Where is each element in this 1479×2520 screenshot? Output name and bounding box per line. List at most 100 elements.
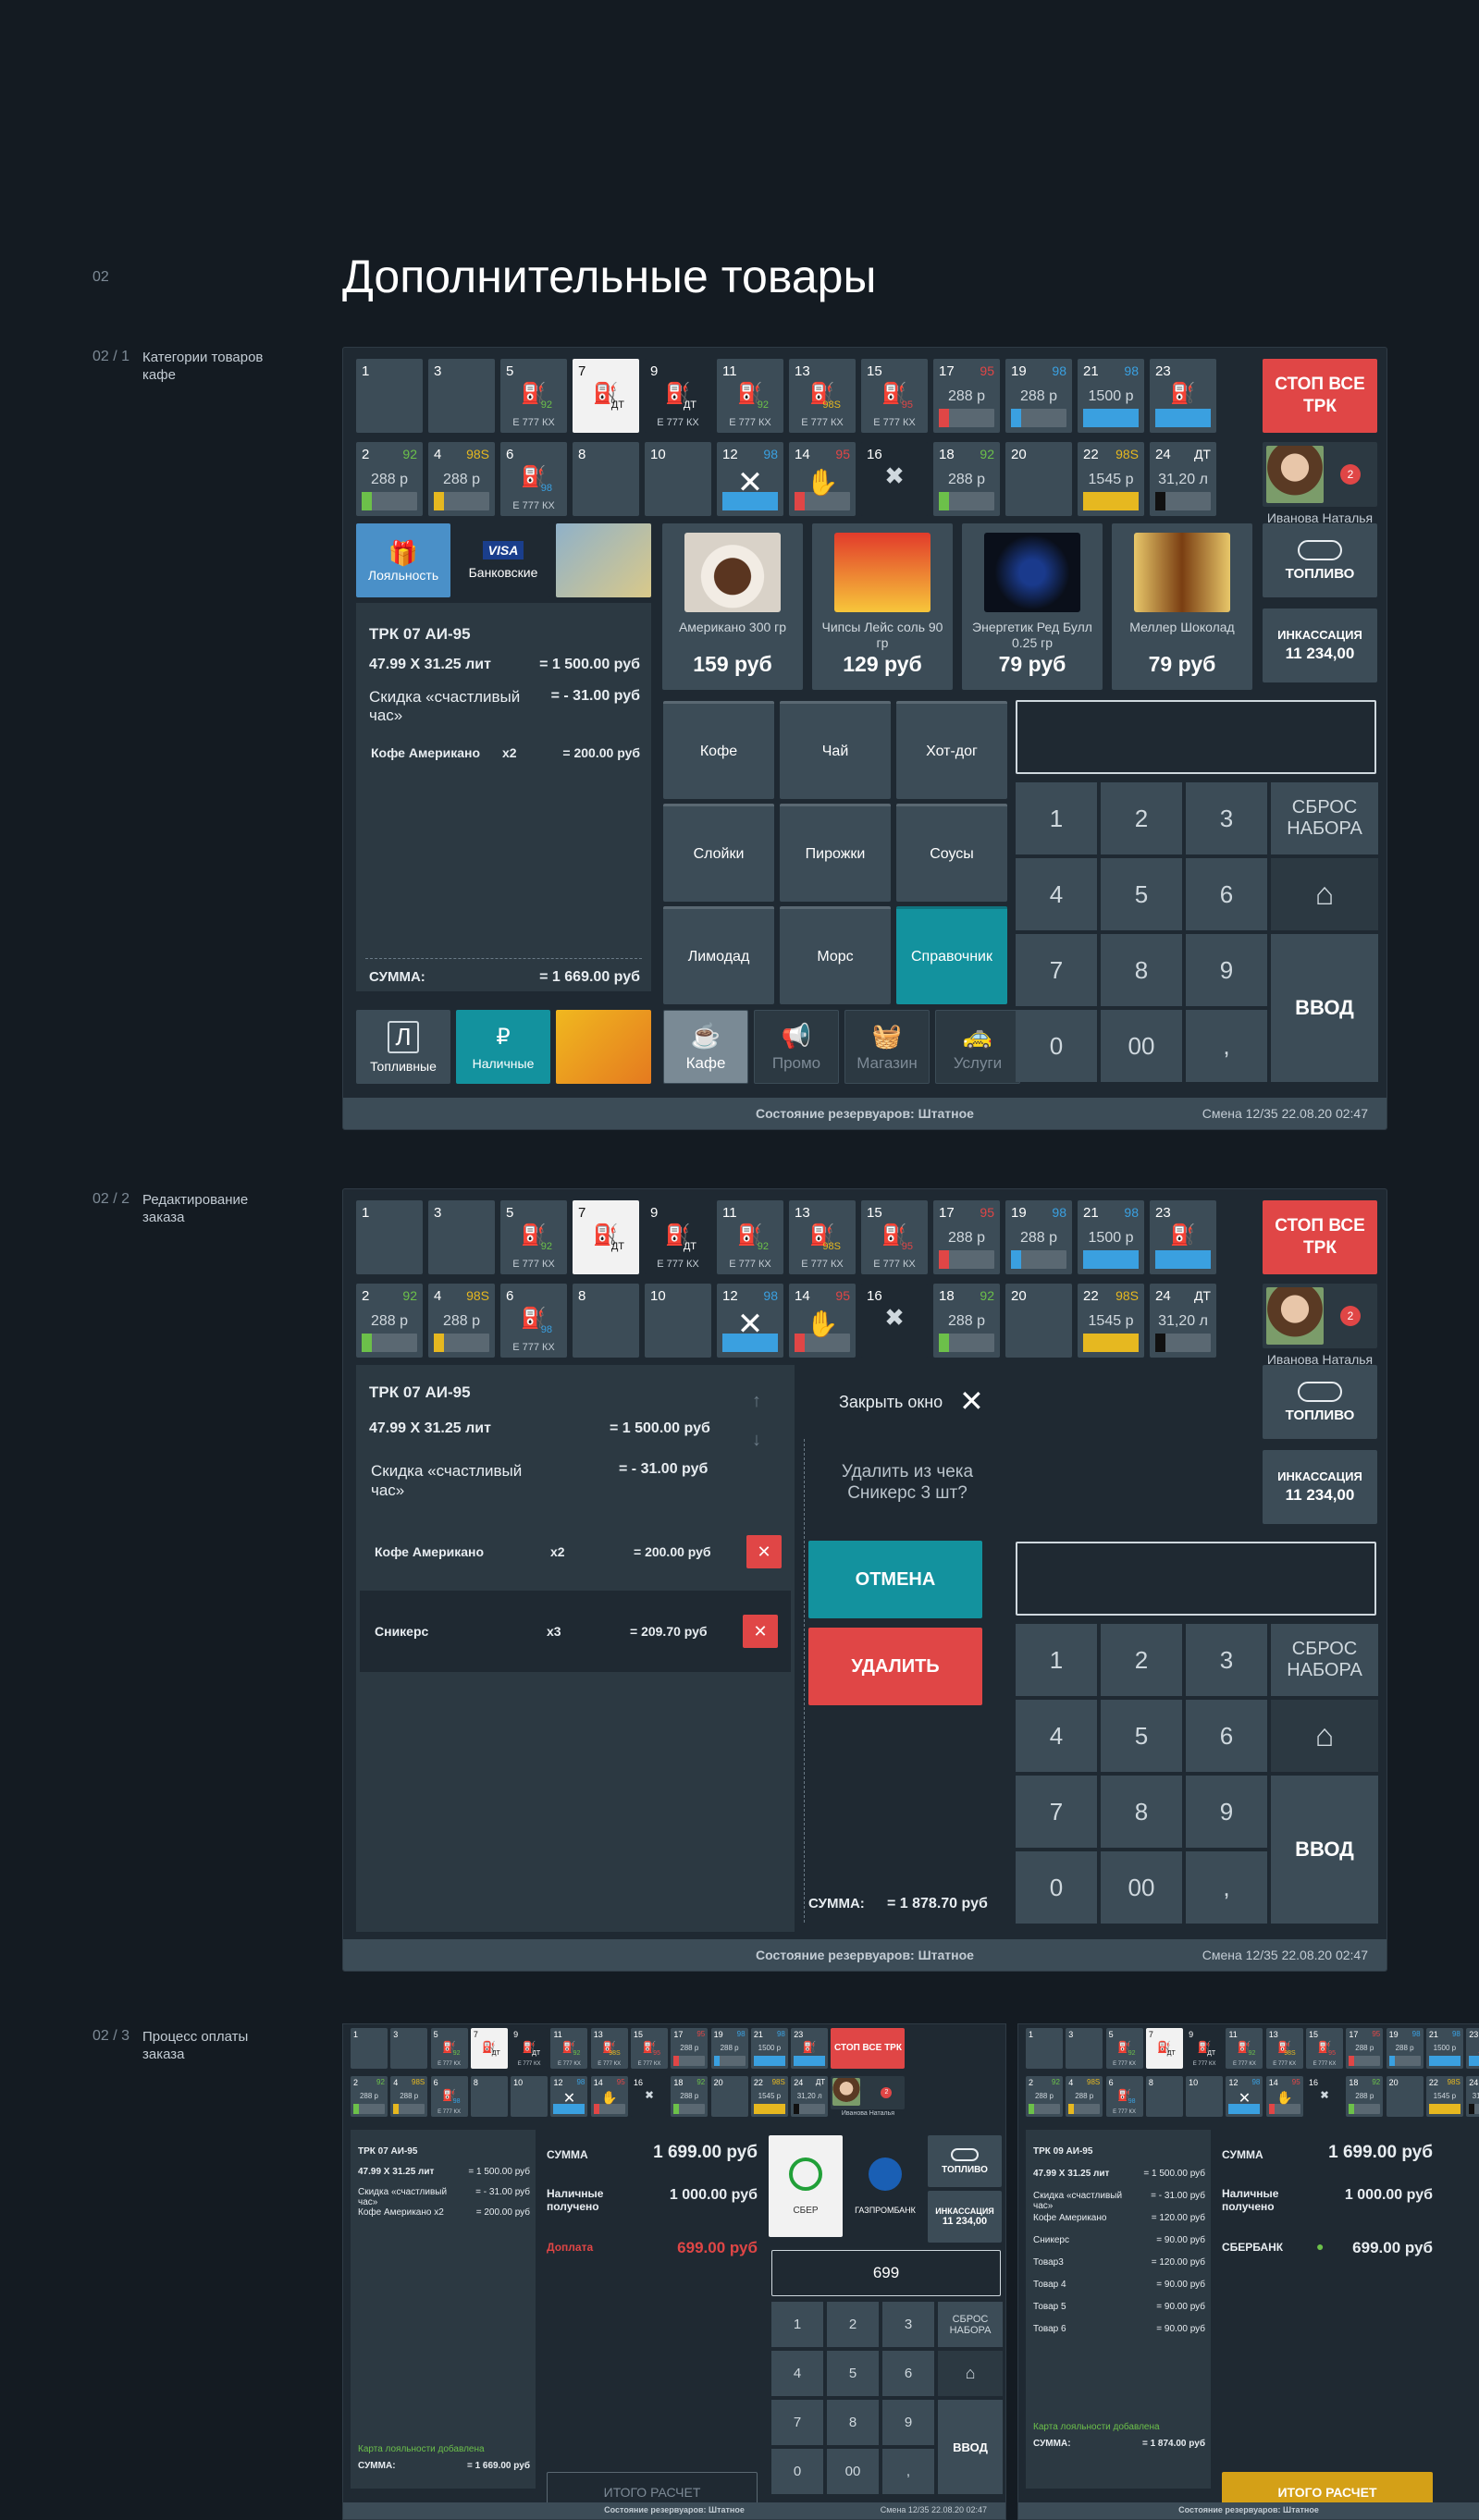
key-9[interactable]: 9	[1186, 934, 1267, 1006]
fuel-button[interactable]: ТОПЛИВО	[928, 2135, 1002, 2187]
pump-4[interactable]: 4 98S 288 р	[1066, 2076, 1103, 2118]
cancel-button[interactable]: ОТМЕНА	[808, 1541, 982, 1618]
pump-8[interactable]: 8	[573, 442, 639, 516]
pump-21[interactable]: 21 98 1500 р	[1078, 359, 1144, 433]
pump-5[interactable]: 5 ⛽ 92 Е 777 КХ	[430, 2028, 468, 2070]
pump-20[interactable]: 20	[1386, 2076, 1424, 2118]
fuel-payment-tab[interactable]: Л Топливные	[356, 1010, 450, 1084]
close-icon[interactable]: ✕	[959, 1383, 984, 1419]
category-button[interactable]: Хот-дог	[896, 701, 1007, 799]
encashment-button[interactable]: ИНКАССАЦИЯ 11 234,00	[1263, 1450, 1377, 1524]
operator-avatar[interactable]: 2	[1263, 442, 1377, 507]
key-4[interactable]: 4	[771, 2351, 823, 2396]
product-card[interactable]: Энергетик Ред Булл 0.25 гр 79 руб	[962, 523, 1103, 690]
home-icon[interactable]: ⌂	[938, 2351, 1003, 2396]
reset-button[interactable]: СБРОС НАБОРА	[1271, 1624, 1378, 1696]
pump-3[interactable]: 3	[428, 1200, 495, 1274]
pump-7[interactable]: 7 ⛽ ДТ	[1145, 2028, 1183, 2070]
pump-11[interactable]: 11 ⛽ 92 Е 777 КХ	[717, 359, 783, 433]
key-3[interactable]: 3	[1186, 1624, 1267, 1696]
pump-4[interactable]: 4 98S 288 р	[428, 442, 495, 516]
pump-4[interactable]: 4 98S 288 р	[390, 2076, 428, 2118]
key-0[interactable]: 0	[1016, 1010, 1097, 1082]
pump-22[interactable]: 22 98S 1545 р	[1078, 442, 1144, 516]
pump-19[interactable]: 19 98 288 р	[710, 2028, 748, 2070]
pump-23[interactable]: 23⛽	[1466, 2028, 1479, 2070]
pump-11[interactable]: 11 ⛽ 92 Е 777 КХ	[550, 2028, 588, 2070]
loyalty-tab[interactable]: 🎁 Лояльность	[356, 523, 450, 597]
pump-18[interactable]: 18 92 288 р	[933, 1284, 1000, 1358]
home-icon[interactable]: ⌂	[1271, 858, 1378, 930]
key-8[interactable]: 8	[1101, 1776, 1182, 1848]
key-2[interactable]: 2	[1101, 1624, 1182, 1696]
pump-24[interactable]: 24 ДТ 31,20 л	[1150, 1284, 1216, 1358]
enter-button[interactable]: ВВОД	[1271, 1776, 1378, 1924]
pump-21[interactable]: 21 98 1500 р	[1078, 1200, 1144, 1274]
key-5[interactable]: 5	[1101, 858, 1182, 930]
pump-20[interactable]: 20	[1005, 442, 1072, 516]
order-line-coffee[interactable]: Кофе Американо x2 = 200.00 руб ✕	[356, 1526, 795, 1578]
pump-16[interactable]: 16 ✖	[861, 442, 928, 516]
amount-input[interactable]	[1016, 700, 1376, 774]
mode-tab-3[interactable]: 🚕 Услуги	[935, 1010, 1020, 1084]
scroll-up-arrow[interactable]: ↑	[752, 1391, 761, 1412]
key-2[interactable]: 2	[827, 2302, 879, 2347]
fuel-button[interactable]: ТОПЛИВО	[1263, 523, 1377, 597]
pump-5[interactable]: 5 ⛽ 92 Е 777 КХ	[1105, 2028, 1143, 2070]
pump-2[interactable]: 2 92 288 р	[1026, 2076, 1063, 2118]
operator-avatar[interactable]: 2	[1263, 1284, 1377, 1348]
remove-item-button[interactable]: ✕	[743, 1615, 778, 1648]
gazprombank-button[interactable]: ГАЗПРОМБАНК	[848, 2135, 922, 2237]
pump-7[interactable]: 7 ⛽ ДТ	[573, 359, 639, 433]
pump-9[interactable]: 9 ⛽ ДТ Е 777 КХ	[645, 1200, 711, 1274]
key-8[interactable]: 8	[827, 2400, 879, 2445]
pump-20[interactable]: 20	[1005, 1284, 1072, 1358]
category-button[interactable]: Кофе	[663, 701, 774, 799]
key-,[interactable]: ,	[1186, 1010, 1267, 1082]
cash-payment-tab[interactable]: ₽ Наличные	[456, 1010, 550, 1084]
pump-9[interactable]: 9 ⛽ ДТ Е 777 КХ	[645, 359, 711, 433]
pump-7[interactable]: 7 ⛽ ДТ	[470, 2028, 508, 2070]
key-4[interactable]: 4	[1016, 858, 1097, 930]
delete-button[interactable]: УДАЛИТЬ	[808, 1628, 982, 1705]
pump-2[interactable]: 2 92 288 р	[356, 1284, 423, 1358]
pump-14[interactable]: 14 95 ✋	[590, 2076, 628, 2118]
stop-all-pumps-button[interactable]: СТОП ВСЕ ТРК	[1263, 1200, 1377, 1274]
pump-1[interactable]: 1	[356, 1200, 423, 1274]
amount-input[interactable]	[1016, 1542, 1376, 1616]
pump-16[interactable]: 16 ✖	[1306, 2076, 1343, 2118]
receipt-item-name[interactable]: Кофе Американо	[371, 745, 480, 760]
mode-tab-1[interactable]: 📢 Промо	[754, 1010, 839, 1084]
pump-10[interactable]: 10	[511, 2076, 548, 2118]
pump-5[interactable]: 5 ⛽ 92 Е 777 КХ	[500, 359, 567, 433]
key-6[interactable]: 6	[1186, 858, 1267, 930]
pump-2[interactable]: 2 92 288 р	[356, 442, 423, 516]
fuel-button[interactable]: ТОПЛИВО	[1263, 1365, 1377, 1439]
key-7[interactable]: 7	[1016, 934, 1097, 1006]
key-0[interactable]: 0	[1016, 1851, 1097, 1924]
category-button[interactable]: Лимодад	[663, 906, 774, 1004]
pump-23[interactable]: 23⛽	[791, 2028, 829, 2070]
pump-9[interactable]: 9 ⛽ ДТ Е 777 КХ	[511, 2028, 548, 2070]
key-7[interactable]: 7	[1016, 1776, 1097, 1848]
key-00[interactable]: 00	[1101, 1851, 1182, 1924]
product-card[interactable]: Чипсы Лейс соль 90 гр 129 руб	[812, 523, 953, 690]
sber-button[interactable]: СБЕР	[769, 2135, 843, 2237]
key-,[interactable]: ,	[1186, 1851, 1267, 1924]
key-9[interactable]: 9	[1186, 1776, 1267, 1848]
pump-5[interactable]: 5 ⛽ 92 Е 777 КХ	[500, 1200, 567, 1274]
pump-6[interactable]: 6 ⛽ 98 Е 777 КХ	[500, 442, 567, 516]
pump-6[interactable]: 6 ⛽ 98 Е 777 КХ	[1105, 2076, 1143, 2118]
pump-20[interactable]: 20	[710, 2076, 748, 2118]
pump-3[interactable]: 3	[390, 2028, 428, 2070]
pump-11[interactable]: 11 ⛽ 92 Е 777 КХ	[717, 1200, 783, 1274]
pump-17[interactable]: 17 95 288 р	[933, 359, 1000, 433]
key-3[interactable]: 3	[1186, 782, 1267, 854]
pump-12[interactable]: 12 98 ✕	[550, 2076, 588, 2118]
pump-3[interactable]: 3	[428, 359, 495, 433]
pump-16[interactable]: 16 ✖	[861, 1284, 928, 1358]
pump-22[interactable]: 22 98S 1545 р	[750, 2076, 788, 2118]
station-promo-image[interactable]	[556, 523, 651, 597]
product-card[interactable]: Меллер Шоколад 79 руб	[1112, 523, 1252, 690]
stop-all-pumps-button[interactable]: СТОП ВСЕ ТРК	[831, 2028, 906, 2070]
